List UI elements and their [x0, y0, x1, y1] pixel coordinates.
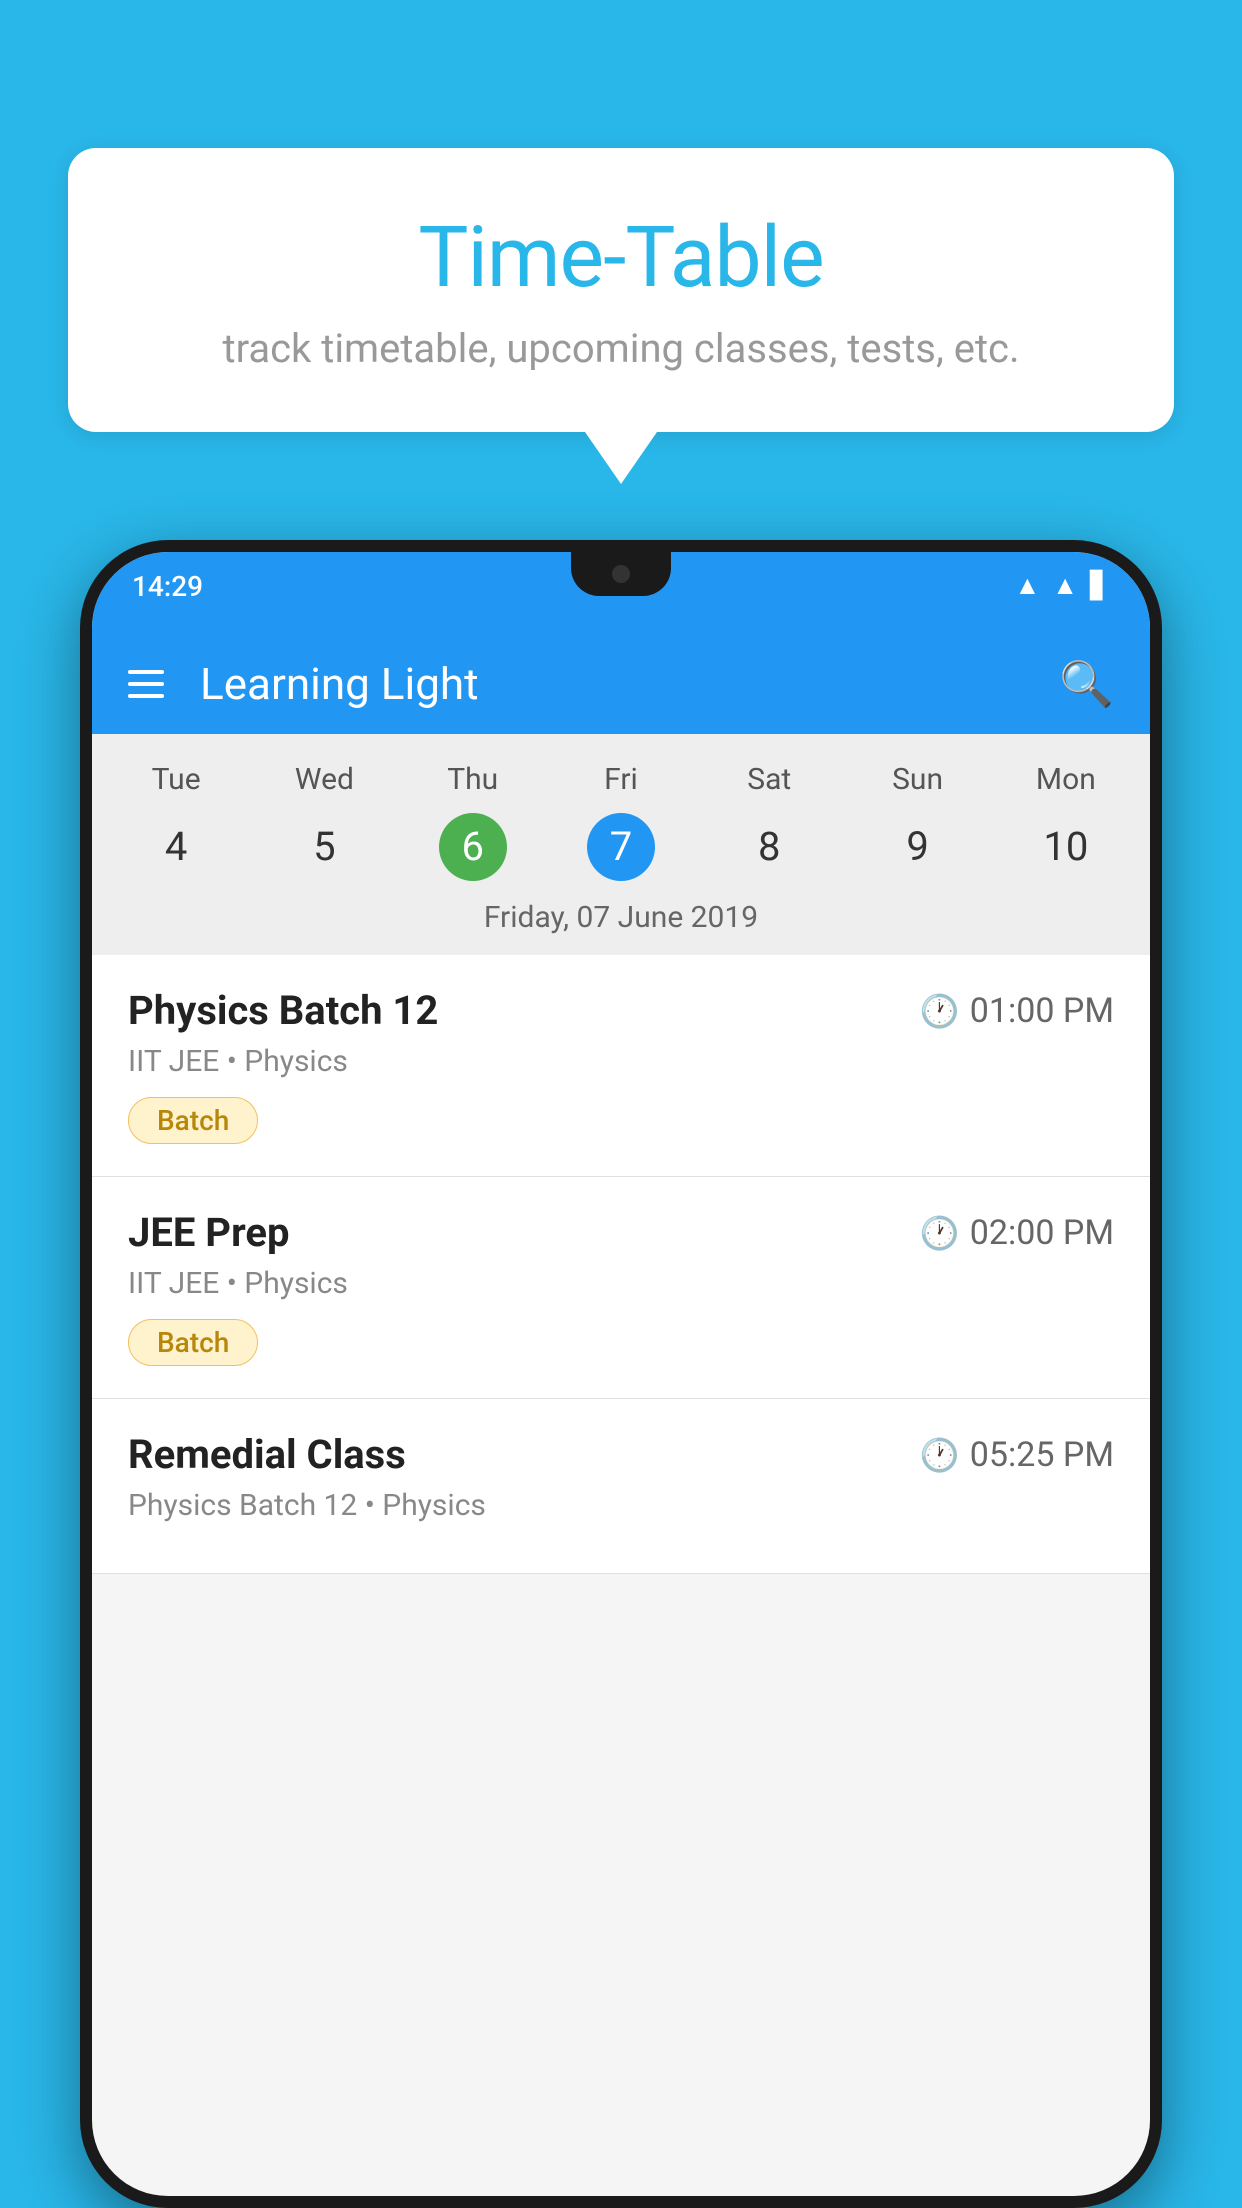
phone-screen: 14:29 ▲ ▲ ▋ Learnin: [92, 552, 1150, 2196]
hamburger-line-2: [128, 682, 164, 686]
speech-bubble-card: Time-Table track timetable, upcoming cla…: [68, 148, 1174, 432]
schedule-subtitle-2: IIT JEE • Physics: [128, 1266, 1114, 1301]
hamburger-line-3: [128, 694, 164, 698]
batch-badge-2: Batch: [128, 1319, 258, 1366]
phone-content: Learning Light 🔍 Tue Wed Thu Fri Sat Sun…: [92, 634, 1150, 2196]
day-8[interactable]: 8: [695, 809, 843, 884]
day-9[interactable]: 9: [843, 809, 991, 884]
schedule-time-value-2: 02:00 PM: [970, 1213, 1114, 1253]
day-6-today[interactable]: 6: [399, 809, 547, 884]
battery-icon: ▋: [1090, 571, 1110, 601]
search-icon[interactable]: 🔍: [1059, 658, 1114, 710]
hamburger-line-1: [128, 670, 164, 674]
schedule-time-3: 🕐 05:25 PM: [920, 1435, 1114, 1475]
schedule-time-value-1: 01:00 PM: [970, 991, 1114, 1031]
speech-bubble-section: Time-Table track timetable, upcoming cla…: [68, 148, 1174, 484]
schedule-time-value-3: 05:25 PM: [970, 1435, 1114, 1475]
day-names-row: Tue Wed Thu Fri Sat Sun Mon: [92, 754, 1150, 805]
clock-icon-1: 🕐: [920, 992, 960, 1030]
batch-badge-1: Batch: [128, 1097, 258, 1144]
schedule-item-1[interactable]: Physics Batch 12 🕐 01:00 PM IIT JEE • Ph…: [92, 955, 1150, 1177]
schedule-item-3-row1: Remedial Class 🕐 05:25 PM: [128, 1431, 1114, 1478]
schedule-item-2-row1: JEE Prep 🕐 02:00 PM: [128, 1209, 1114, 1256]
schedule-title-3: Remedial Class: [128, 1431, 406, 1478]
day-name-sun[interactable]: Sun: [843, 754, 991, 805]
bubble-title: Time-Table: [148, 208, 1094, 307]
bubble-subtitle: track timetable, upcoming classes, tests…: [148, 325, 1094, 372]
schedule-title-1: Physics Batch 12: [128, 987, 438, 1034]
wifi-icon: ▲: [1015, 570, 1041, 601]
bubble-arrow: [585, 432, 657, 484]
calendar-header: Tue Wed Thu Fri Sat Sun Mon 4 5 6 7 8: [92, 734, 1150, 955]
day-name-mon[interactable]: Mon: [992, 754, 1140, 805]
status-bar: 14:29 ▲ ▲ ▋: [92, 552, 1150, 634]
day-5[interactable]: 5: [250, 809, 398, 884]
app-bar: Learning Light 🔍: [92, 634, 1150, 734]
hamburger-menu-button[interactable]: [128, 670, 164, 698]
schedule-title-2: JEE Prep: [128, 1209, 289, 1256]
phone-frame: 14:29 ▲ ▲ ▋ Learnin: [80, 540, 1162, 2208]
phone-mockup: 14:29 ▲ ▲ ▋ Learnin: [80, 540, 1162, 2208]
camera: [612, 565, 630, 583]
day-7-selected[interactable]: 7: [547, 809, 695, 884]
day-10[interactable]: 10: [992, 809, 1140, 884]
day-4[interactable]: 4: [102, 809, 250, 884]
app-bar-title: Learning Light: [200, 658, 1023, 710]
schedule-item-3[interactable]: Remedial Class 🕐 05:25 PM Physics Batch …: [92, 1399, 1150, 1574]
notch: [571, 552, 671, 596]
day-name-thu[interactable]: Thu: [399, 754, 547, 805]
schedule-subtitle-3: Physics Batch 12 • Physics: [128, 1488, 1114, 1523]
schedule-subtitle-1: IIT JEE • Physics: [128, 1044, 1114, 1079]
status-time: 14:29: [132, 564, 203, 603]
day-name-fri[interactable]: Fri: [547, 754, 695, 805]
day-name-tue[interactable]: Tue: [102, 754, 250, 805]
clock-icon-3: 🕐: [920, 1436, 960, 1474]
selected-date-label: Friday, 07 June 2019: [92, 884, 1150, 955]
day-name-wed[interactable]: Wed: [250, 754, 398, 805]
schedule-list: Physics Batch 12 🕐 01:00 PM IIT JEE • Ph…: [92, 955, 1150, 2196]
schedule-item-2[interactable]: JEE Prep 🕐 02:00 PM IIT JEE • Physics Ba…: [92, 1177, 1150, 1399]
schedule-time-2: 🕐 02:00 PM: [920, 1213, 1114, 1253]
status-icons: ▲ ▲ ▋: [1015, 564, 1110, 601]
schedule-item-1-row1: Physics Batch 12 🕐 01:00 PM: [128, 987, 1114, 1034]
day-numbers-row: 4 5 6 7 8 9 10: [92, 809, 1150, 884]
signal-icon: ▲: [1052, 570, 1078, 601]
clock-icon-2: 🕐: [920, 1214, 960, 1252]
day-name-sat[interactable]: Sat: [695, 754, 843, 805]
schedule-time-1: 🕐 01:00 PM: [920, 991, 1114, 1031]
